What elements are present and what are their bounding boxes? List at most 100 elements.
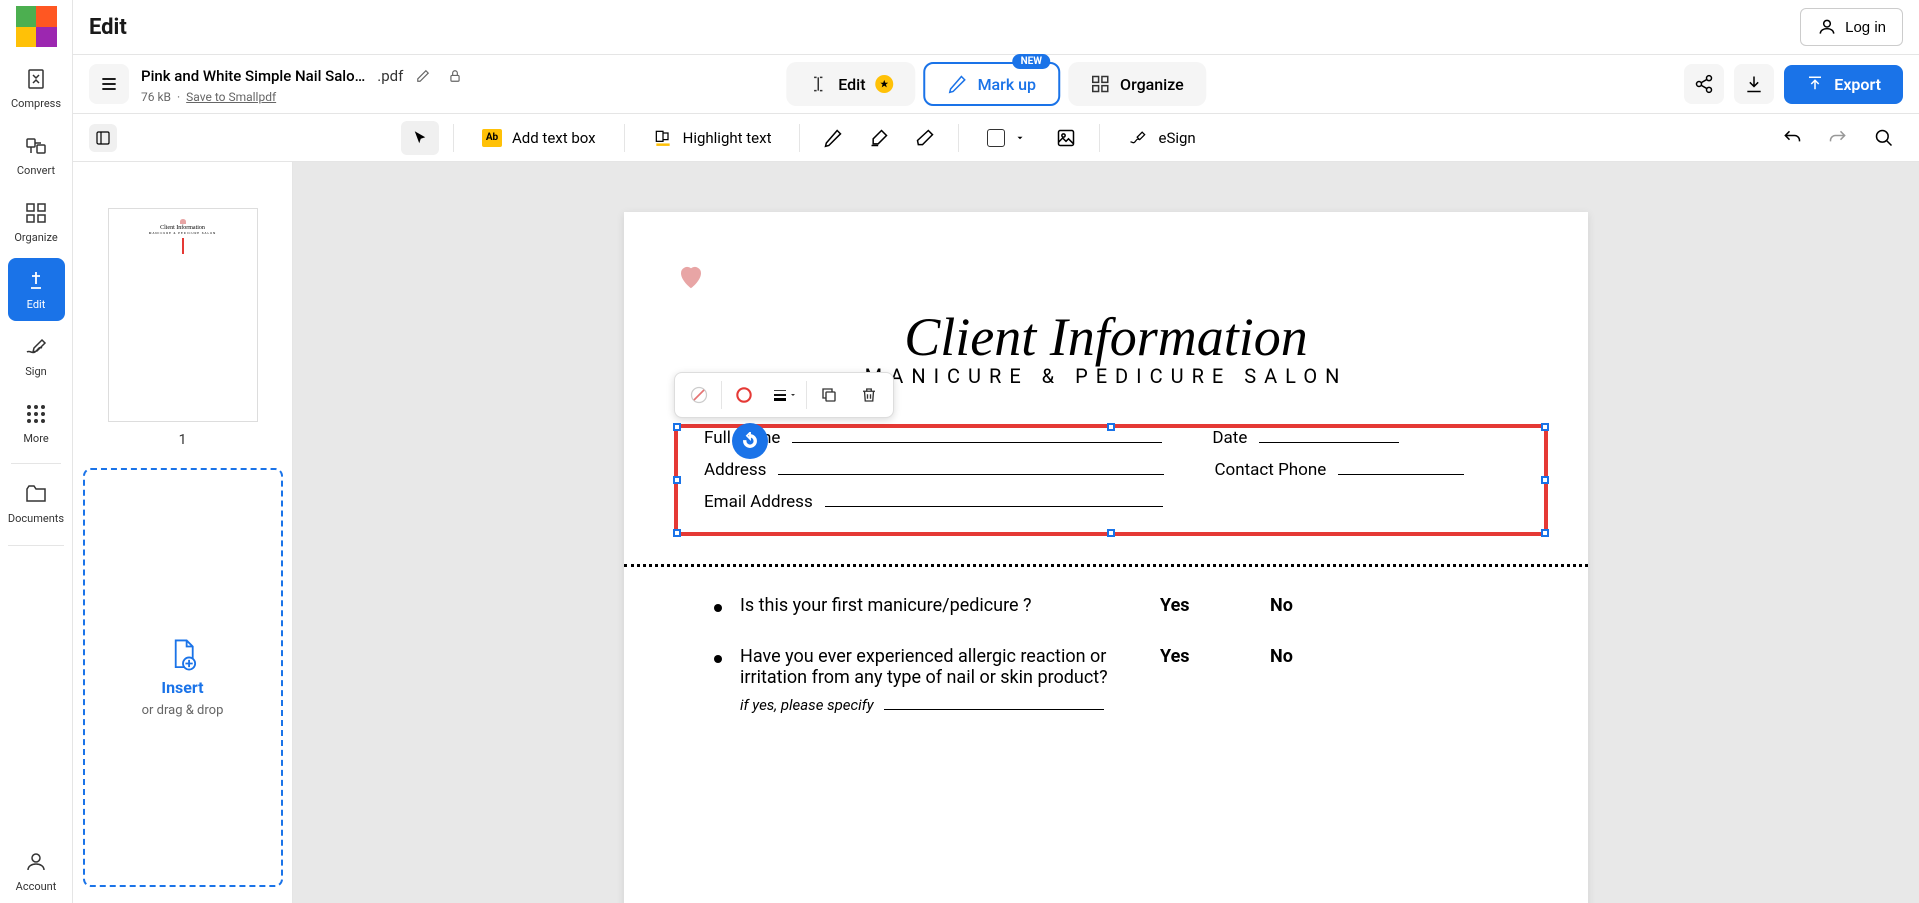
no-fill-icon	[689, 385, 709, 405]
resize-handle[interactable]	[1107, 529, 1115, 537]
share-button[interactable]	[1684, 64, 1724, 104]
resize-handle[interactable]	[673, 476, 681, 484]
sign-icon	[24, 335, 48, 359]
login-button[interactable]: Log in	[1800, 8, 1903, 46]
pointer-icon	[411, 129, 429, 147]
sidebar-item-organize[interactable]: Organize	[8, 191, 65, 254]
rename-button[interactable]	[411, 64, 435, 88]
resize-handle[interactable]	[1541, 476, 1549, 484]
image-tool[interactable]	[1047, 120, 1085, 156]
lock-button[interactable]	[443, 64, 467, 88]
grid-icon	[1090, 74, 1110, 94]
sidebar-item-more[interactable]: More	[8, 392, 65, 455]
pointer-tool[interactable]	[401, 121, 439, 155]
edit-icon	[24, 268, 48, 292]
no-fill-button[interactable]	[679, 377, 719, 413]
selected-shape[interactable]	[674, 424, 1548, 536]
undo-button[interactable]	[1773, 120, 1811, 156]
line-weight-icon	[771, 386, 789, 404]
resize-handle[interactable]	[1541, 423, 1549, 431]
doc-title: Client Information	[674, 306, 1538, 368]
sidebar-item-convert[interactable]: Convert	[8, 124, 65, 187]
bullet-icon	[714, 655, 722, 663]
more-icon	[24, 402, 48, 426]
file-extension: .pdf	[377, 67, 403, 85]
thumbnail-page-number: 1	[179, 432, 187, 448]
insert-label: Insert	[161, 678, 203, 697]
organize-icon	[24, 201, 48, 225]
panel-icon	[95, 130, 111, 146]
shape-color-tool[interactable]	[973, 121, 1039, 155]
question-text: Have you ever experienced allergic react…	[740, 646, 1160, 688]
new-badge: NEW	[1013, 54, 1050, 69]
trash-icon	[860, 386, 878, 404]
pencil-icon	[948, 74, 968, 94]
compress-icon	[24, 67, 48, 91]
search-icon	[1874, 128, 1894, 148]
canvas[interactable]: Client Information MANICURE & PEDICURE S…	[293, 162, 1919, 903]
heart-icon	[674, 262, 708, 292]
top-header: Edit Log in	[73, 0, 1919, 55]
resize-handle[interactable]	[673, 423, 681, 431]
insert-page-icon	[168, 638, 198, 672]
export-button[interactable]: Export	[1784, 65, 1903, 104]
search-button[interactable]	[1865, 120, 1903, 156]
mode-tab-markup[interactable]: NEW Mark up	[924, 62, 1060, 106]
specify-label: if yes, please specify	[740, 696, 874, 714]
resize-handle[interactable]	[1541, 529, 1549, 537]
circle-outline-icon	[734, 385, 754, 405]
save-link[interactable]: Save to Smallpdf	[186, 90, 276, 104]
pencil-icon	[416, 69, 430, 83]
esign-tool[interactable]: eSign	[1114, 120, 1209, 156]
mode-tab-organize[interactable]: Organize	[1068, 62, 1206, 106]
answer-no: No	[1270, 646, 1330, 667]
hamburger-button[interactable]	[89, 64, 129, 104]
image-icon	[1056, 128, 1076, 148]
resize-handle[interactable]	[1107, 423, 1115, 431]
sidebar-item-edit[interactable]: Edit	[8, 258, 65, 321]
add-text-tool[interactable]: Ab Add text box	[468, 121, 610, 155]
undo-icon	[1782, 128, 1802, 148]
eraser-tool[interactable]	[906, 120, 944, 156]
redo-button[interactable]	[1819, 120, 1857, 156]
color-swatch-icon	[987, 129, 1005, 147]
mode-tab-edit[interactable]: Edit	[786, 62, 915, 106]
app-logo[interactable]	[16, 6, 57, 47]
resize-handle[interactable]	[673, 529, 681, 537]
insert-sublabel: or drag & drop	[142, 703, 224, 718]
sidebar-item-account[interactable]: Account	[8, 840, 65, 901]
insert-page-zone[interactable]: Insert or drag & drop	[83, 468, 283, 887]
pen-icon	[823, 128, 843, 148]
sidebar-label: Organize	[14, 231, 57, 244]
left-sidebar: Compress Convert Organize Edit Sign More…	[0, 0, 73, 903]
thumbnail-panel: Client Information MANICURE & PEDICURE S…	[73, 162, 293, 903]
star-badge-icon	[876, 75, 894, 93]
file-size: 76 kB	[141, 90, 171, 104]
chevron-down-icon	[1015, 133, 1025, 143]
sidebar-item-compress[interactable]: Compress	[8, 57, 65, 120]
download-button[interactable]	[1734, 64, 1774, 104]
sidebar-label: Convert	[17, 164, 55, 177]
duplicate-button[interactable]	[809, 377, 849, 413]
folder-icon	[24, 482, 48, 506]
shape-context-toolbar	[674, 372, 894, 418]
sidebar-item-documents[interactable]: Documents	[8, 472, 65, 535]
stroke-color-button[interactable]	[724, 377, 764, 413]
convert-icon	[24, 134, 48, 158]
sidebar-label: Account	[16, 880, 57, 893]
separator	[624, 564, 1588, 567]
sidebar-item-sign[interactable]: Sign	[8, 325, 65, 388]
file-bar: Pink and White Simple Nail Salo… .pdf 76…	[73, 55, 1919, 113]
stroke-width-button[interactable]	[764, 377, 804, 413]
pen-tool[interactable]	[814, 120, 852, 156]
share-icon	[1694, 74, 1714, 94]
highlight-tool[interactable]: Highlight text	[639, 120, 786, 156]
rotate-handle[interactable]	[732, 423, 768, 459]
marker-tool[interactable]	[860, 120, 898, 156]
toggle-thumbnails-button[interactable]	[89, 124, 117, 152]
question-text: Is this your first manicure/pedicure ?	[740, 595, 1160, 616]
page-thumbnail[interactable]: Client Information MANICURE & PEDICURE S…	[108, 208, 258, 422]
account-icon	[24, 850, 48, 874]
delete-button[interactable]	[849, 377, 889, 413]
pdf-page[interactable]: Client Information MANICURE & PEDICURE S…	[624, 212, 1588, 903]
